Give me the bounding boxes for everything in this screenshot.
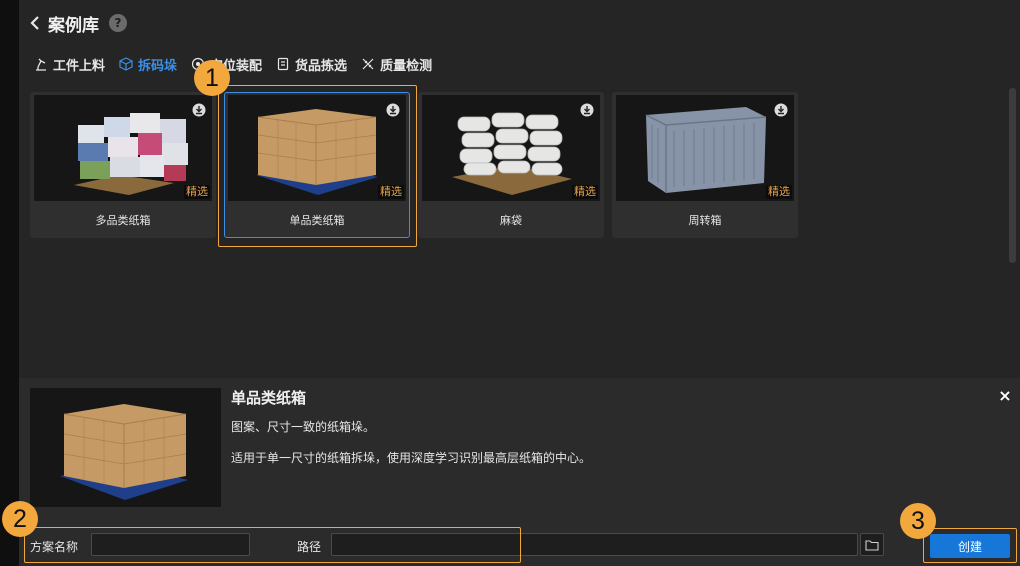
callout-frame-card <box>218 85 417 247</box>
box-3d-icon <box>119 57 133 71</box>
robot-arm-icon <box>36 58 46 71</box>
featured-badge: 精选 <box>572 185 598 199</box>
case-thumbnail: 精选 <box>34 95 212 201</box>
tab-label: 拆码垛 <box>138 58 178 74</box>
download-icon[interactable] <box>192 103 206 117</box>
featured-badge: 精选 <box>766 185 792 199</box>
callout-frame-create <box>923 528 1017 563</box>
detail-title: 单品类纸箱 <box>231 389 307 407</box>
callout-marker-2: 2 <box>2 501 38 537</box>
package-icon <box>277 57 289 71</box>
detail-preview-image <box>30 388 221 507</box>
tab-goods-picking[interactable]: 货品拣选 <box>276 55 347 74</box>
callout-frame-form <box>24 527 521 563</box>
detail-description: 图案、尺寸一致的纸箱垛。 <box>231 420 376 434</box>
tab-workpiece-loading[interactable]: 工件上料 <box>34 55 105 74</box>
case-card[interactable]: 精选 周转箱 <box>612 92 798 238</box>
category-tabs: 工件上料 拆码垛 定位装配 货品拣选 质量检测 <box>34 53 446 75</box>
featured-badge: 精选 <box>184 185 210 199</box>
page-title: 案例库 <box>48 15 99 36</box>
case-card-label: 周转箱 <box>688 214 722 227</box>
case-card-label: 多品类纸箱 <box>95 214 151 227</box>
close-icon[interactable]: × <box>996 386 1014 405</box>
case-card-label: 麻袋 <box>500 214 522 227</box>
download-icon[interactable] <box>774 103 788 117</box>
callout-marker-1: 1 <box>194 60 230 96</box>
tab-label: 货品拣选 <box>295 58 348 74</box>
header: 案例库 ? <box>28 10 127 36</box>
tab-quality-inspection[interactable]: 质量检测 <box>361 55 432 74</box>
tab-label: 工件上料 <box>53 58 106 74</box>
left-strip <box>0 0 19 566</box>
browse-folder-button[interactable] <box>860 533 884 556</box>
tab-depalletizing[interactable]: 拆码垛 <box>119 55 177 74</box>
help-icon[interactable]: ? <box>109 14 127 32</box>
ruler-icon <box>362 58 374 70</box>
callout-marker-3: 3 <box>900 503 936 539</box>
case-card[interactable]: 精选 多品类纸箱 <box>30 92 216 238</box>
case-thumbnail: 精选 <box>616 95 794 201</box>
folder-icon <box>865 539 879 551</box>
back-button[interactable] <box>28 10 42 36</box>
case-thumbnail: 精选 <box>422 95 600 201</box>
download-icon[interactable] <box>580 103 594 117</box>
chevron-left-icon <box>30 16 39 30</box>
tab-label: 质量检测 <box>380 58 433 74</box>
scrollbar-thumb[interactable] <box>1009 88 1016 263</box>
detail-description: 适用于单一尺寸的纸箱拆垛，使用深度学习识别最高层纸箱的中心。 <box>231 451 592 465</box>
case-card[interactable]: 精选 麻袋 <box>418 92 604 238</box>
